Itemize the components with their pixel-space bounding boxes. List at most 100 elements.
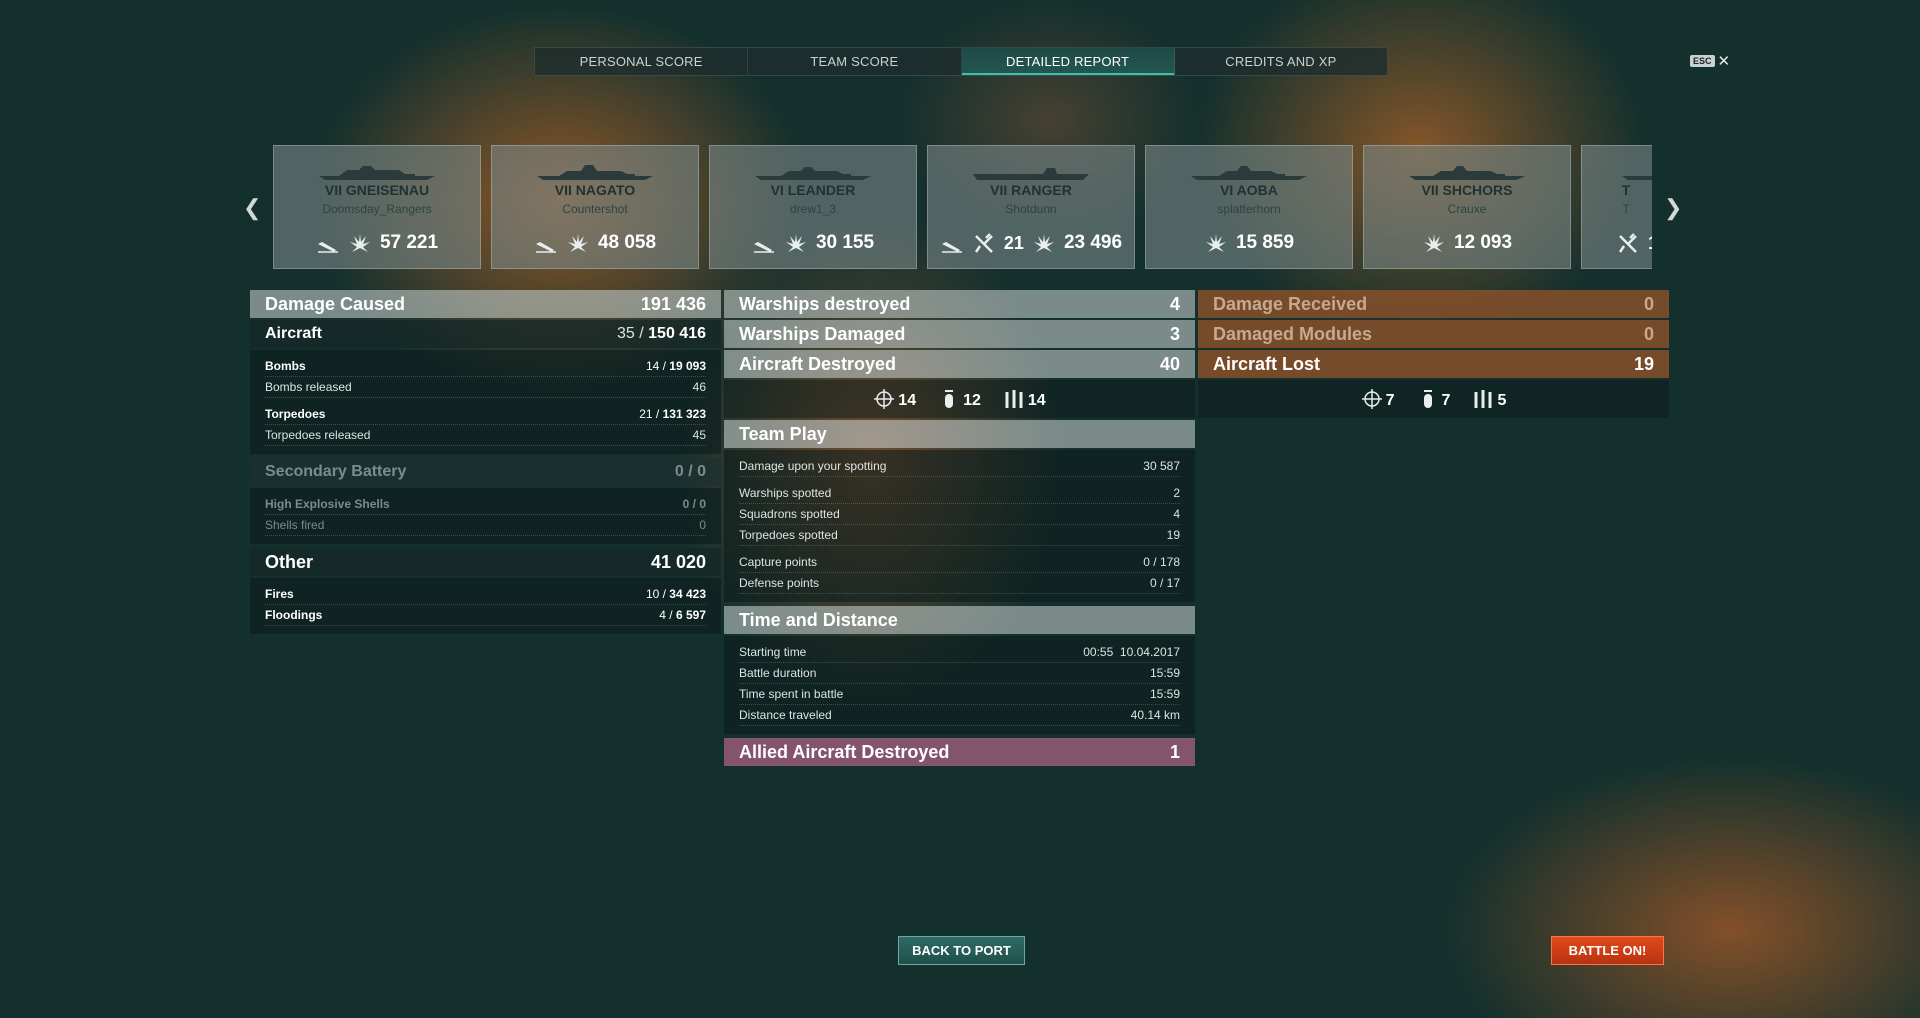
damage-value: 30 155 [815,232,875,253]
tab-credits-and-xp[interactable]: CREDITS AND XP [1175,48,1387,75]
explosion-damage-icon [567,234,588,252]
damaged-modules-row: Damaged Modules 0 [1198,320,1669,348]
torpedoes-released-row: Torpedoes released 45 [265,425,706,446]
tab-team-score[interactable]: TEAM SCORE [748,48,962,75]
fires-row: Fires 10 / 34 423 [265,584,706,605]
starting-time-row: Starting time 00:55 10.04.2017 [739,642,1180,663]
aircraft-lost-breakdown: 7 7 5 [1198,380,1669,418]
torpedoes-row: Torpedoes 21 / 131 323 [265,404,706,425]
team-play-details: Damage upon your spotting 30 587 Warships… [724,450,1195,602]
tab-detailed-report[interactable]: DETAILED REPORT [961,48,1175,75]
ship-name: VII GNEISENAU [324,182,430,198]
floodings-row: Floodings 4 / 6 597 [265,605,706,626]
player-name: Crauxe [1447,202,1487,216]
ship-name: VII SHCHORS [1421,182,1513,198]
aircraft-destroyed-breakdown: 14 12 14 [724,380,1195,418]
aircraft-header: Aircraft 35 / 150 416 [250,320,721,348]
battle-on-button[interactable]: BATTLE ON! [1551,936,1664,965]
ship-card[interactable]: VI AOBA splatterhorn 15 859 [1145,145,1353,269]
ship-card[interactable]: VII SHCHORS Crauxe 12 093 [1363,145,1571,269]
ship-name: VI LEANDER [770,182,856,198]
time-distance-header: Time and Distance [724,606,1195,634]
warships-spotted-row: Warships spotted 2 [739,483,1180,504]
ship-name: T [1621,182,1631,198]
damage-value: 23 496 [1063,232,1123,253]
esc-close-button[interactable]: ESC ✕ [1690,52,1730,70]
aircraft-count: 1 [1648,233,1652,254]
fighter-icon [1361,389,1382,409]
time-distance-details: Starting time 00:55 10.04.2017 Battle dur… [724,636,1195,734]
secondary-battery-header: Secondary Battery 0 / 0 [250,458,721,486]
tab-bar: PERSONAL SCORE TEAM SCORE DETAILED REPOR… [534,47,1388,76]
ship-silhouette-icon [1622,176,1652,180]
player-name: Shotdunn [1005,202,1057,216]
bomber-icon [1423,390,1432,408]
aircraft-damage: 150 416 [648,325,706,342]
torpedo-bomber-icon [1474,390,1492,408]
player-name: T [1622,202,1630,216]
bomber-count: 7 [1441,392,1451,409]
team-play-header: Team Play [724,420,1195,448]
aircraft-label: Aircraft [265,325,322,342]
bombs-row: Bombs 14 / 19 093 [265,356,706,377]
damage-spotting-row: Damage upon your spotting 30 587 [739,456,1180,477]
ship-card[interactable]: VII GNEISENAU Doomsday_Rangers 57 221 [273,145,481,269]
fighter-count: 14 [898,392,917,409]
capture-points-row: Capture points 0 / 178 [739,552,1180,573]
damage-value: 48 058 [597,232,657,253]
player-name: Doomsday_Rangers [322,202,432,216]
ship-card[interactable]: VI LEANDER drew1_3 30 155 [709,145,917,269]
aircraft-hits: 35 / [617,325,644,342]
secondary-battery-details: High Explosive Shells 0 / 0 Shells fired 0 [250,488,721,544]
chevron-left-icon[interactable]: ❮ [243,195,261,221]
back-to-port-button[interactable]: BACK TO PORT [898,936,1025,965]
aircraft-count: 21 [1003,232,1024,253]
torpedo-hit-icon [753,242,774,253]
ship-silhouette-icon [755,167,871,180]
explosion-damage-icon [1423,234,1444,252]
warships-destroyed-row: Warships destroyed 4 [724,290,1195,318]
damage-value: 12 093 [1453,232,1513,253]
bomber-count: 12 [963,392,981,409]
player-name: splatterhorn [1217,202,1281,216]
ship-card[interactable]: VII NAGATO Countershot 48 058 [491,145,699,269]
bombs-released-row: Bombs released 46 [265,377,706,398]
ship-card[interactable]: VII RANGER Shotdunn 21 23 496 [927,145,1135,269]
ship-carousel: VII GNEISENAU Doomsday_Rangers 57 221 VI… [273,145,1652,269]
damage-caused-label: Damage Caused [265,293,406,314]
tab-personal-score[interactable]: PERSONAL SCORE [535,48,749,75]
chevron-right-icon[interactable]: ❯ [1664,195,1682,221]
ship-name: VII RANGER [990,182,1072,198]
fighter-count: 7 [1385,392,1395,409]
defense-points-row: Defense points 0 / 17 [739,573,1180,594]
allied-aircraft-destroyed-row: Allied Aircraft Destroyed 1 [724,738,1195,766]
damage-caused-value: 191 436 [640,293,706,314]
ship-silhouette-icon [1409,166,1525,180]
torpedoes-spotted-row: Torpedoes spotted 19 [739,525,1180,546]
close-icon: ✕ [1717,53,1731,70]
ship-silhouette-icon [973,168,1089,180]
damage-received-panel: Damage Received 0 Damaged Modules 0 Aircra… [1198,290,1669,420]
ship-card[interactable]: T T 1 [1581,145,1652,269]
battle-duration-row: Battle duration 15:59 [739,663,1180,684]
damage-value: 57 221 [379,232,439,253]
aircraft-lost-row: Aircraft Lost 19 [1198,350,1669,378]
other-details: Fires 10 / 34 423 Floodings 4 / 6 597 [250,578,721,634]
explosion-damage-icon [1033,234,1054,252]
damage-caused-panel: Damage Caused 191 436 Aircraft 35 / 150 … [250,290,721,638]
ship-silhouette-icon [1191,166,1307,180]
torpedo-hit-icon [941,242,962,253]
ship-silhouette-icon [537,165,653,180]
ship-name: VI AOBA [1220,182,1278,198]
torpedo-bomber-count: 5 [1497,392,1507,409]
explosion-damage-icon [785,234,806,252]
explosion-damage-icon [349,234,370,252]
fighter-icon [874,389,895,409]
aircraft-shot-down-icon [1618,233,1637,253]
explosion-damage-icon [1205,234,1226,252]
ship-silhouette-icon [319,166,435,180]
other-header: Other 41 020 [250,548,721,576]
shells-fired-row: Shells fired 0 [265,515,706,536]
destroyed-panel: Warships destroyed 4 Warships Damaged 3 Ai… [724,290,1195,768]
aircraft-shot-down-icon [974,233,993,253]
